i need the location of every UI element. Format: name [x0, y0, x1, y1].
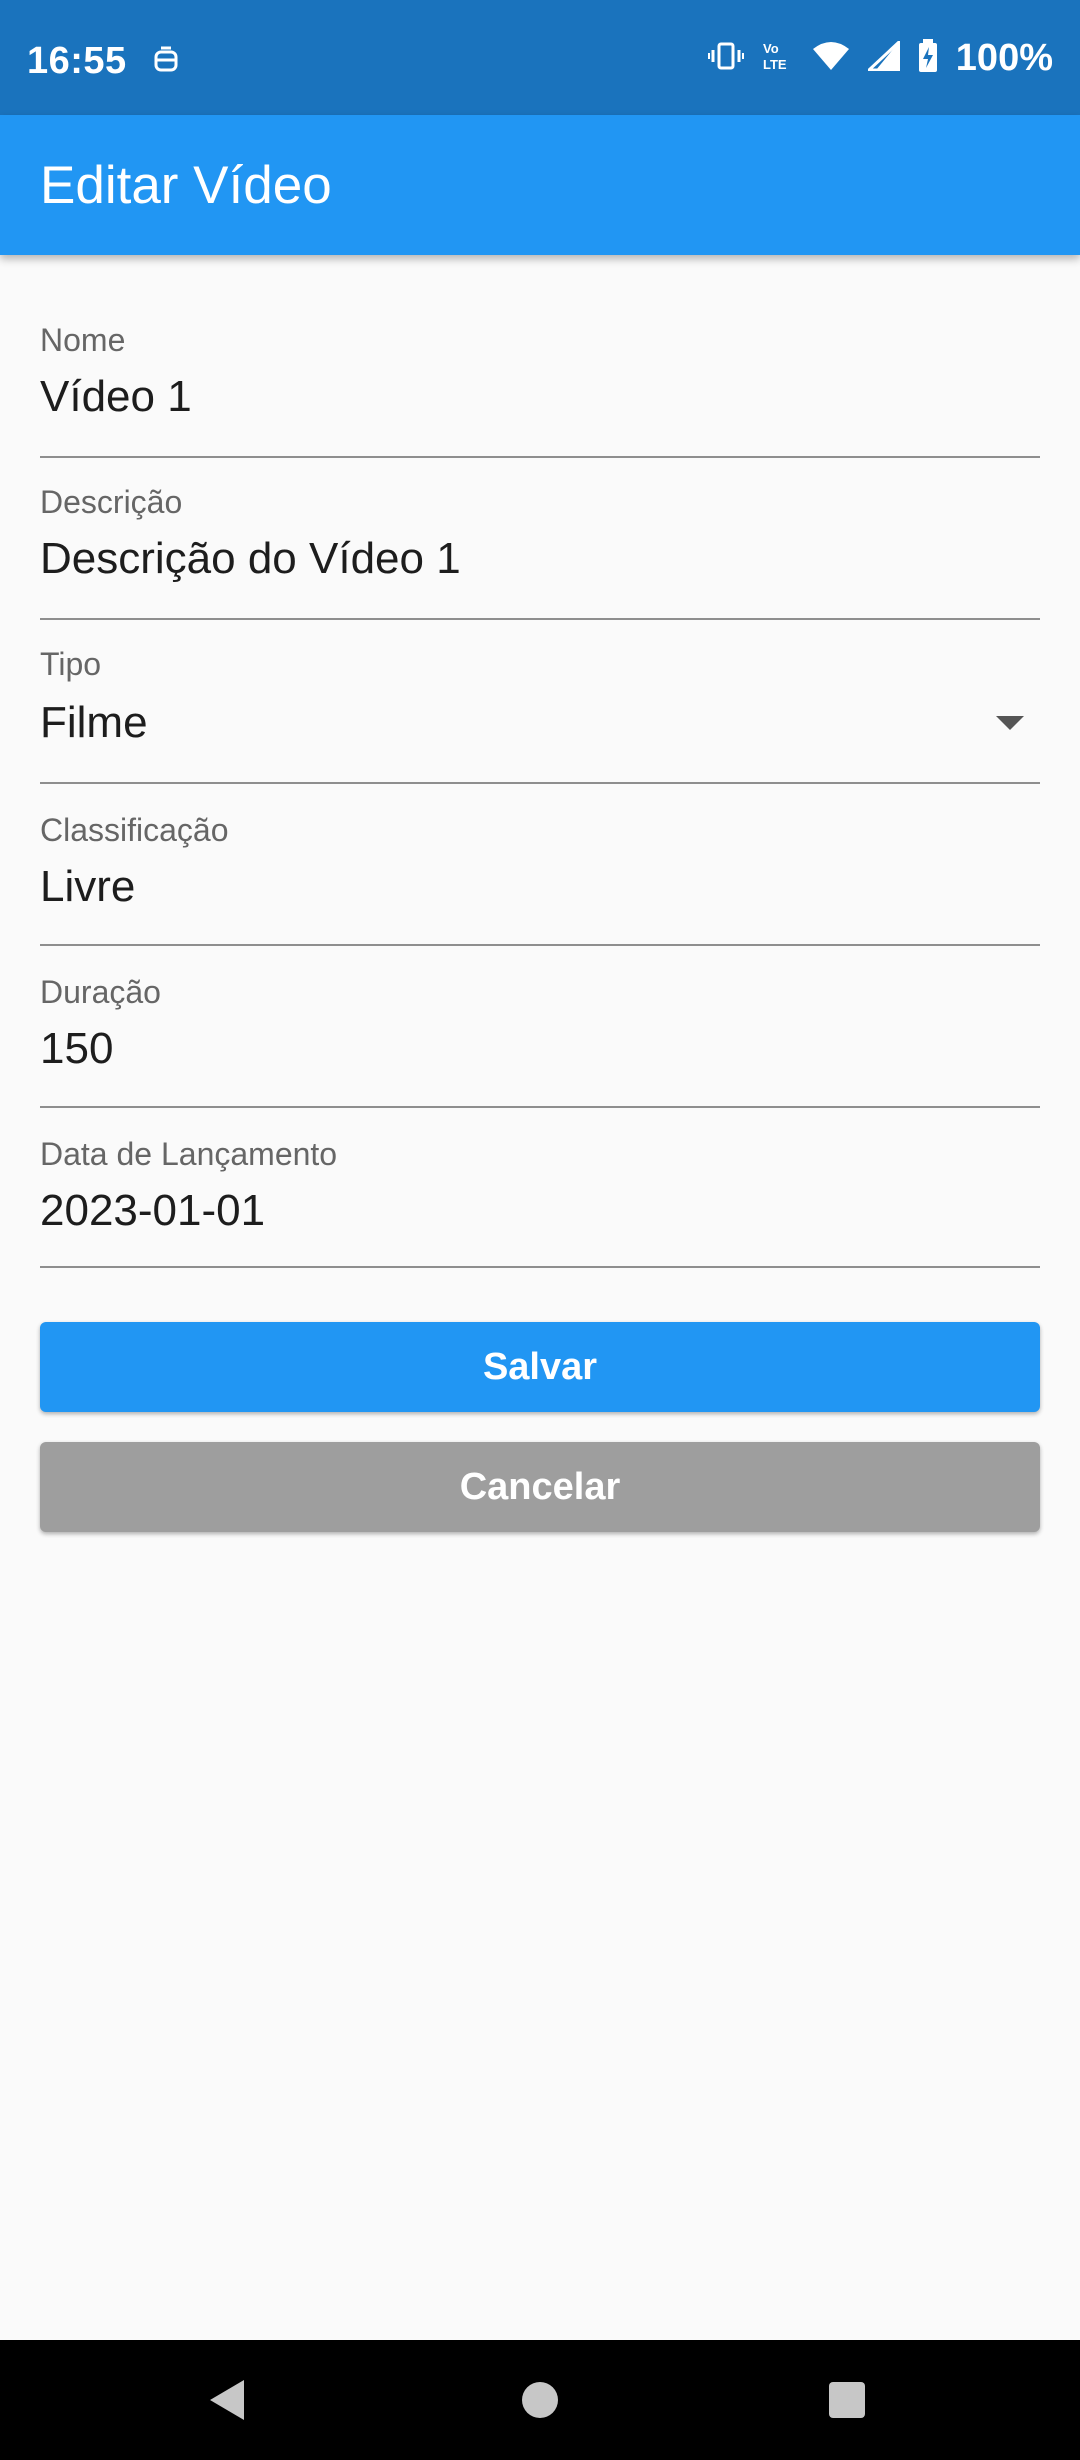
home-icon[interactable] [522, 2382, 558, 2418]
back-icon[interactable] [210, 2380, 244, 2420]
status-icons: Vo LTE 100% [707, 36, 1053, 79]
classificacao-value[interactable]: Livre [40, 862, 135, 912]
descricao-label: Descrição [40, 484, 183, 520]
duracao-field[interactable]: Duração 150 [40, 972, 1040, 1108]
save-button[interactable]: Salvar [40, 1322, 1040, 1412]
tipo-label: Tipo [40, 646, 102, 682]
tipo-dropdown[interactable]: Tipo Filme [40, 644, 1040, 784]
battery-percent: 100% [955, 36, 1053, 79]
navigation-bar [0, 2340, 1080, 2460]
dropdown-arrow-icon[interactable] [996, 716, 1024, 730]
svg-text:Vo: Vo [763, 41, 779, 56]
nome-label: Nome [40, 322, 126, 358]
nome-value[interactable]: Vídeo 1 [40, 372, 192, 422]
app-bar: Editar Vídeo [0, 115, 1080, 255]
descricao-field[interactable]: Descrição Descrição do Vídeo 1 [40, 482, 1040, 620]
status-time: 16:55 [27, 40, 127, 82]
tipo-value[interactable]: Filme [40, 698, 148, 748]
duracao-value[interactable]: 150 [40, 1024, 113, 1074]
classificacao-field[interactable]: Classificação Livre [40, 810, 1040, 946]
duracao-label: Duração [40, 974, 161, 1010]
wifi-icon [812, 41, 850, 76]
data-lancamento-label: Data de Lançamento [40, 1136, 338, 1172]
battery-charging-icon [918, 38, 938, 78]
status-bar: 16:55 Vo LTE 100% [0, 0, 1080, 115]
classificacao-label: Classificação [40, 812, 229, 848]
data-lancamento-field[interactable]: Data de Lançamento 2023-01-01 [40, 1134, 1040, 1268]
vibrate-icon [707, 41, 744, 76]
cancel-button[interactable]: Cancelar [40, 1442, 1040, 1532]
nome-field[interactable]: Nome Vídeo 1 [40, 320, 1040, 458]
page-title: Editar Vídeo [40, 156, 332, 215]
volte-icon: Vo LTE [762, 40, 794, 77]
signal-icon [867, 40, 901, 76]
descricao-value[interactable]: Descrição do Vídeo 1 [40, 534, 461, 584]
data-lancamento-value[interactable]: 2023-01-01 [40, 1186, 265, 1236]
recents-icon[interactable] [829, 2382, 865, 2418]
notification-icon [152, 46, 180, 81]
svg-text:LTE: LTE [763, 57, 787, 72]
